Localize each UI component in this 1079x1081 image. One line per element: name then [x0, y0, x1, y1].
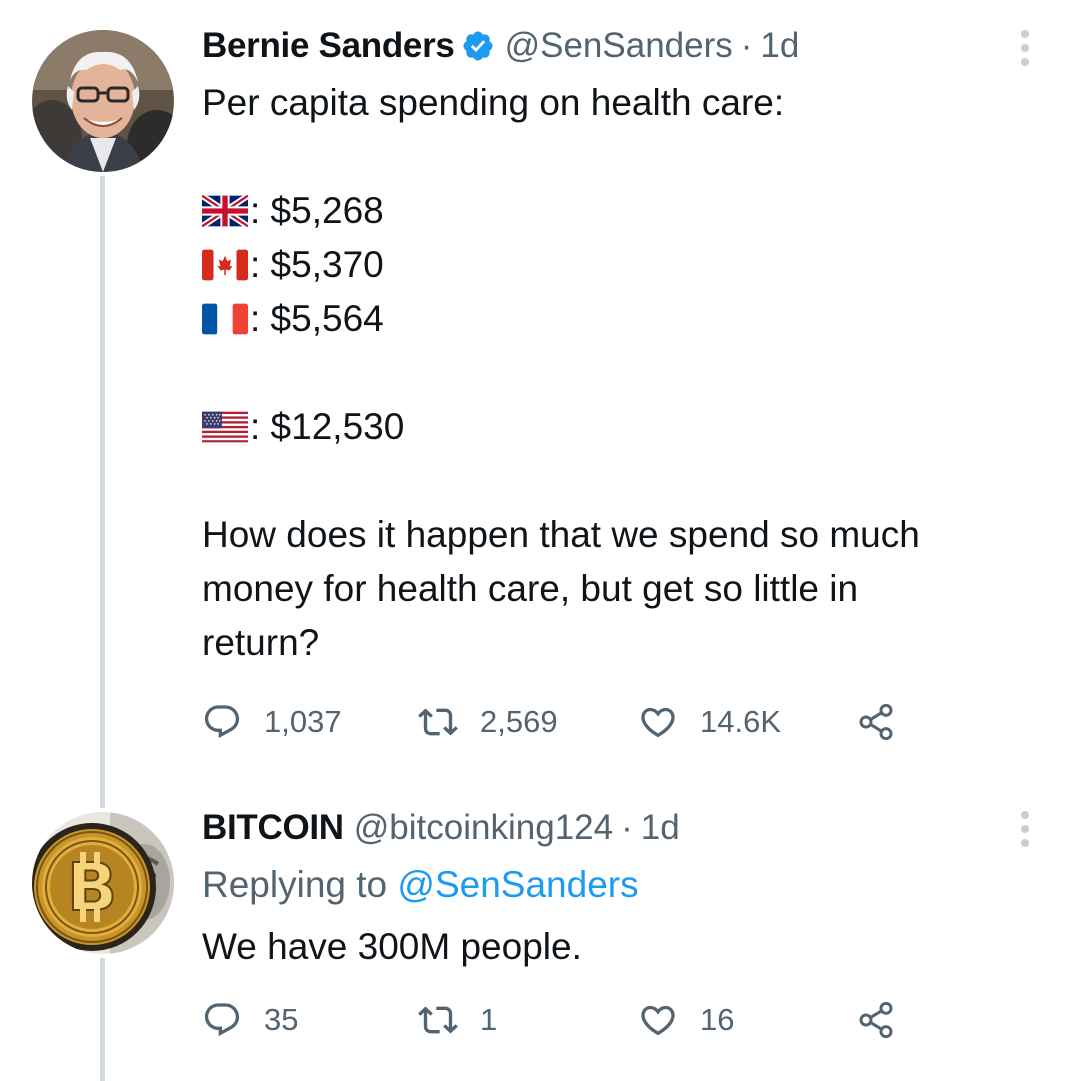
tweet-header: Bernie Sanders @SenSanders · 1d	[202, 24, 799, 68]
share-icon	[859, 703, 893, 741]
reply-icon	[204, 705, 240, 739]
spending-canada: : $5,370	[250, 244, 384, 285]
replying-to: Replying to @SenSanders	[202, 858, 1042, 912]
tweet-line: We have 300M people.	[202, 926, 582, 967]
share-button[interactable]	[856, 1000, 896, 1040]
share-button[interactable]	[856, 702, 896, 742]
heart-icon	[641, 707, 675, 738]
retweet-icon	[418, 708, 458, 736]
svg-text:B: B	[67, 849, 117, 926]
spending-france: : $5,564	[250, 298, 384, 339]
more-options-icon[interactable]	[1012, 811, 1038, 847]
thread-line-top	[100, 176, 105, 808]
flag-usa-icon	[202, 411, 248, 443]
avatar-portrait-icon	[32, 30, 174, 172]
retweet-button[interactable]: 1	[418, 1000, 497, 1040]
tweet-actions: 1,037 2,569 14.6K	[202, 702, 922, 752]
tweet-line: Per capita spending on health care:	[202, 82, 785, 123]
flag-uk-icon	[202, 195, 248, 227]
author-name[interactable]: Bernie Sanders	[202, 24, 455, 68]
verified-badge-icon	[463, 31, 493, 61]
author-handle[interactable]: @bitcoinking124	[354, 806, 613, 850]
spending-uk: : $5,268	[250, 190, 384, 231]
heart-icon	[641, 1005, 675, 1036]
spending-usa: : $12,530	[250, 406, 405, 447]
tweet-body: Replying to @SenSanders We have 300M peo…	[202, 858, 1042, 974]
share-icon	[859, 1001, 893, 1039]
more-options-icon[interactable]	[1012, 30, 1038, 66]
thread-line-bottom	[100, 958, 105, 1081]
tweet-body: Per capita spending on health care: : $5…	[202, 76, 1042, 670]
reply-icon	[204, 1003, 240, 1037]
tweet-line-france: : $5,564	[202, 292, 1042, 346]
reply-button[interactable]: 35	[202, 1000, 298, 1040]
timestamp[interactable]: 1d	[760, 24, 799, 68]
reply-count: 35	[264, 1002, 299, 1037]
retweet-count: 1	[480, 1002, 498, 1037]
tweet-header: BITCOIN @bitcoinking124 · 1d	[202, 806, 680, 850]
flag-canada-icon	[202, 249, 248, 281]
tweet-line: How does it happen that we spend so much	[202, 514, 920, 555]
retweet-count: 2,569	[480, 704, 558, 739]
replying-to-mention[interactable]: @SenSanders	[397, 858, 638, 912]
like-button[interactable]: 16	[638, 1000, 734, 1040]
tweet-line-uk: : $5,268	[202, 184, 1042, 238]
tweet-line: return?	[202, 622, 320, 663]
avatar-bitcoin-coin-icon: B	[32, 812, 174, 954]
flag-france-icon	[202, 303, 248, 335]
avatar[interactable]: B	[32, 812, 174, 954]
tweet-line-usa: : $12,530	[202, 400, 1042, 454]
like-count: 14.6K	[700, 704, 782, 739]
retweet-icon	[418, 1006, 458, 1034]
avatar[interactable]	[32, 30, 174, 172]
timestamp[interactable]: 1d	[641, 806, 680, 850]
separator-dot: ·	[621, 808, 633, 847]
author-name[interactable]: BITCOIN	[202, 806, 344, 850]
reply-count: 1,037	[264, 704, 342, 739]
tweet-line: money for health care, but get so little…	[202, 568, 859, 609]
like-button[interactable]: 14.6K	[638, 702, 781, 742]
tweet-actions: 35 1 16	[202, 1000, 922, 1050]
tweet-line-canada: : $5,370	[202, 238, 1042, 292]
like-count: 16	[700, 1002, 735, 1037]
retweet-button[interactable]: 2,569	[418, 702, 558, 742]
author-handle[interactable]: @SenSanders	[505, 24, 733, 68]
reply-button[interactable]: 1,037	[202, 702, 342, 742]
replying-to-label: Replying to	[202, 864, 398, 905]
separator-dot: ·	[740, 26, 753, 65]
